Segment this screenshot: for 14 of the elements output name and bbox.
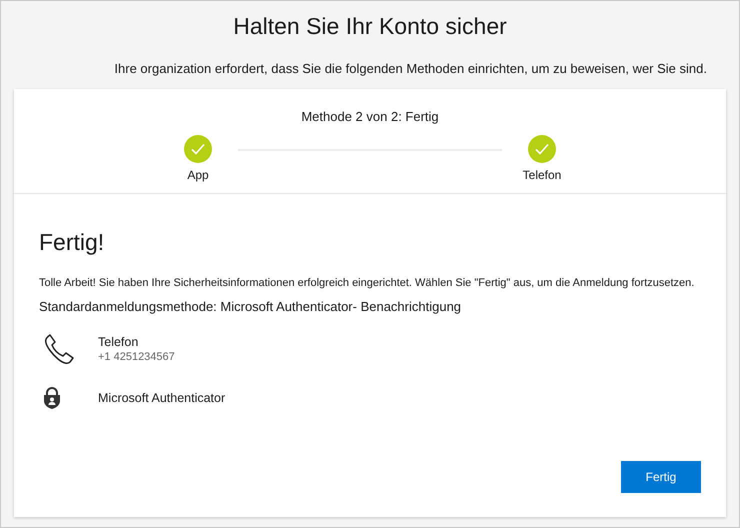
done-button[interactable]: Fertig — [621, 461, 701, 493]
step-label: App — [187, 168, 209, 183]
lock-icon — [43, 387, 61, 409]
message: Tolle Arbeit! Sie haben Ihre Sicherheitsinformationen erfolgreich eingerichtet. Wählen Sie "Fertig" aus, um die Anmeldung fortzusetzen. — [39, 276, 696, 290]
method-detail: +1 4251234567 — [98, 350, 175, 364]
subtitle: Ihre organization erfordert, dass Sie die folgenden Methoden einrichten, um zu beweisen, wer Sie sind. — [114, 61, 707, 77]
default-method: Standardanmeldungsmethode: Microsoft Authenticator- Benachrichtigung — [39, 299, 462, 315]
page-title: Halten Sie Ihr Konto sicher — [233, 12, 507, 41]
heading: Fertig! — [39, 228, 106, 256]
phone-icon — [43, 333, 75, 365]
step-label: Telefon — [522, 168, 562, 183]
method-name: Telefon — [98, 334, 140, 350]
progress-label: Methode 2 von 2: Fertig — [301, 109, 439, 125]
method-name: Microsoft Authenticator — [98, 390, 226, 406]
